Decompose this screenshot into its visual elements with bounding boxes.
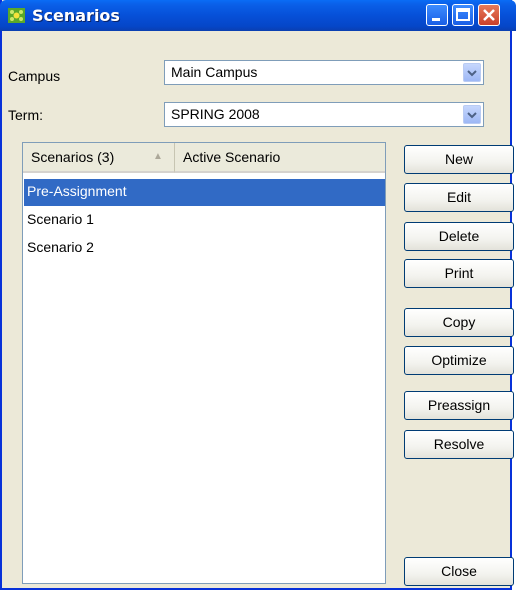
list-item-label: Scenario 2 bbox=[27, 239, 94, 255]
list-item[interactable]: Pre-Assignment bbox=[24, 179, 385, 206]
optimize-button[interactable]: Optimize bbox=[404, 346, 514, 375]
delete-button[interactable]: Delete bbox=[404, 222, 514, 251]
scenarios-list[interactable]: Scenarios (3) ▲ Active Scenario Pre-Assi… bbox=[22, 142, 386, 584]
list-item[interactable]: Scenario 2 bbox=[24, 235, 385, 262]
maximize-icon bbox=[456, 8, 470, 21]
campus-select[interactable]: Main Campus bbox=[164, 60, 484, 85]
sort-ascending-icon: ▲ bbox=[153, 151, 163, 162]
close-window-button[interactable] bbox=[478, 4, 500, 26]
close-icon bbox=[483, 9, 495, 21]
term-label: Term: bbox=[8, 107, 43, 123]
minimize-button[interactable] bbox=[426, 4, 448, 26]
resolve-button[interactable]: Resolve bbox=[404, 430, 514, 459]
close-button[interactable]: Close bbox=[404, 557, 514, 586]
new-button[interactable]: New bbox=[404, 145, 514, 174]
minimize-icon bbox=[432, 18, 440, 21]
campus-value: Main Campus bbox=[171, 64, 258, 80]
chevron-down-icon[interactable] bbox=[463, 63, 481, 82]
window-title: Scenarios bbox=[32, 6, 120, 25]
app-flower-icon bbox=[8, 8, 25, 23]
term-value: SPRING 2008 bbox=[171, 106, 260, 122]
scenarios-window: Scenarios Campus Main Campus Term: SPRIN… bbox=[0, 0, 516, 590]
list-item-label: Pre-Assignment bbox=[27, 183, 127, 199]
list-item[interactable]: Scenario 1 bbox=[24, 207, 385, 234]
campus-label: Campus bbox=[8, 68, 61, 84]
column-header-scenarios[interactable]: Scenarios (3) ▲ bbox=[23, 143, 175, 173]
column-label-active-scenario: Active Scenario bbox=[183, 149, 281, 165]
maximize-button[interactable] bbox=[452, 4, 474, 26]
column-label-scenarios: Scenarios (3) bbox=[31, 149, 115, 165]
chevron-down-icon[interactable] bbox=[463, 105, 481, 124]
list-item-label: Scenario 1 bbox=[27, 211, 94, 227]
edit-button[interactable]: Edit bbox=[404, 183, 514, 212]
term-select[interactable]: SPRING 2008 bbox=[164, 102, 484, 127]
preassign-button[interactable]: Preassign bbox=[404, 391, 514, 420]
title-bar[interactable]: Scenarios bbox=[0, 0, 516, 31]
column-header-active-scenario[interactable]: Active Scenario bbox=[175, 143, 385, 173]
print-button[interactable]: Print bbox=[404, 259, 514, 288]
copy-button[interactable]: Copy bbox=[404, 308, 514, 337]
